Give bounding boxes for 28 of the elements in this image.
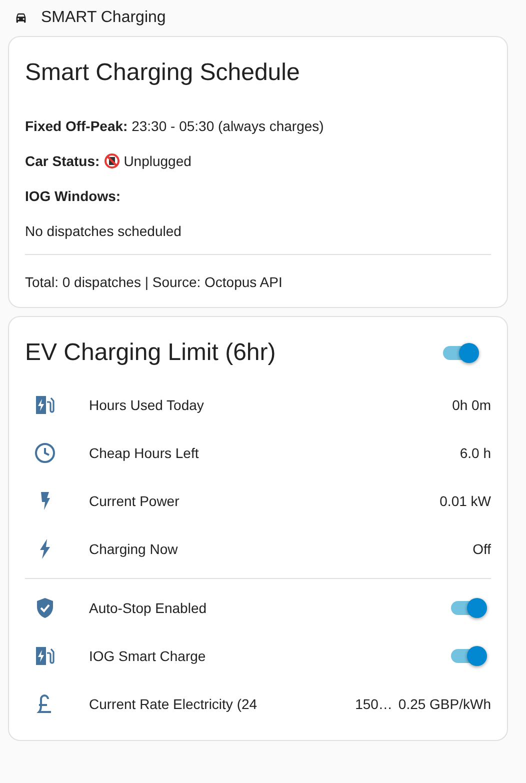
row-value: 0.25 GBP/kWh (398, 696, 491, 712)
page-title: SMART Charging (41, 9, 166, 27)
row-value: 6.0 h (460, 445, 491, 461)
status-value: Unplugged (124, 152, 192, 171)
footer-text: Total: 0 dispatches | Source: Octopus API (25, 273, 284, 292)
card-title: EV Charging Limit (6hr) (25, 338, 276, 368)
info-text: No dispatches scheduled (25, 222, 182, 241)
row-label: Current Power (89, 493, 180, 509)
row-label: Charging Now (89, 541, 178, 557)
toggle-switch[interactable] (451, 598, 487, 618)
row-label: Hours Used Today (89, 397, 204, 413)
row-value: 0.01 kW (440, 493, 491, 509)
row-value: Off (472, 541, 491, 557)
clock-icon (33, 441, 57, 465)
toggle-switch[interactable] (443, 343, 479, 363)
toggle-switch[interactable] (451, 646, 487, 666)
row-label: Auto-Stop Enabled (89, 600, 207, 616)
row-value: 0h 0m (452, 397, 491, 413)
ev-station-icon (33, 393, 57, 417)
status-label: Car Status: (25, 152, 100, 171)
section-heading: IOG Windows: (25, 187, 122, 206)
row-label: 150… (355, 696, 392, 712)
info-text: Fixed Off-Peak: 23:30 - 05:30 (always charges) (25, 117, 325, 136)
row-label: Cheap Hours Left (89, 445, 199, 461)
row-label: IOG Smart Charge (89, 648, 206, 664)
row-label: Current Rate Electricity (24 (89, 696, 258, 712)
card-title: Smart Charging Schedule (25, 58, 301, 88)
ev-station-icon (33, 644, 57, 668)
